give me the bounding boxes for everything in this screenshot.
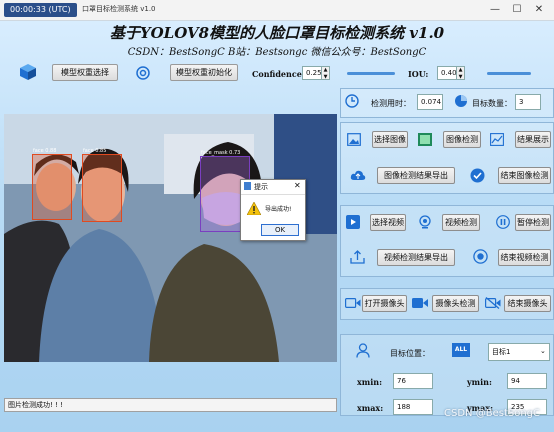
time-value: 0.074 (417, 94, 443, 110)
target-select[interactable]: 目标1 ⌄ (488, 343, 550, 361)
chart-icon (490, 133, 504, 149)
xmin-label: xmin: (357, 377, 383, 387)
confidence-spin[interactable]: ▲ ▼ (322, 66, 330, 80)
page-title: 基于YOLOV8模型的人脸口罩目标检测系统 v1.0 (109, 24, 445, 42)
count-value: 3 (515, 94, 541, 110)
end-video-button[interactable]: 结束视频检测 (498, 249, 551, 266)
all-badge: ALL (452, 343, 470, 357)
iou-spin[interactable]: ▲ ▼ (457, 66, 465, 80)
confidence-slider[interactable] (347, 72, 395, 75)
detection-box-1: face 0.88 (32, 148, 72, 220)
title-bar: 00:00:33 (UTC) 口罩目标检测系统 v1.0 — ☐ ✕ (0, 0, 554, 21)
dialog-title: 提示 (254, 183, 268, 191)
page-subtitle: CSDN：BestSongC B站：Bestsongc 微信公众号：BestSo… (127, 47, 427, 58)
clock-icon (345, 94, 359, 111)
camera-off-icon (485, 297, 501, 312)
detection-label-1: face 0.88 (33, 148, 57, 154)
app-icon (244, 182, 251, 190)
open-camera-button[interactable]: 打开摄像头 (362, 295, 407, 312)
camera-filled-icon (412, 297, 428, 312)
end-image-button[interactable]: 结束图像检测 (498, 167, 551, 184)
count-label: 目标数量： (472, 99, 512, 108)
cube-icon (19, 63, 37, 84)
iou-slider[interactable] (487, 72, 531, 75)
iou-label: IOU: (408, 69, 429, 79)
upload-cloud-icon (350, 169, 366, 184)
detection-label-3: face_mask 0.73 (201, 150, 241, 156)
target-icon (135, 65, 151, 84)
upload-icon (350, 250, 365, 267)
dialog-close-button[interactable]: ✕ (294, 181, 301, 190)
watermark: CSDN @BestSongC (444, 408, 540, 419)
check-circle-icon (470, 168, 485, 186)
detect-camera-button[interactable]: 摄像头检测 (432, 295, 479, 312)
warning-icon (246, 201, 262, 218)
dialog-header: 提示 ✕ (241, 180, 305, 195)
xmin-value: 76 (393, 373, 433, 389)
gallery-icon (418, 133, 432, 149)
ymin-value: 94 (507, 373, 547, 389)
dialog-message: 导出成功! (265, 206, 292, 213)
ymin-label: ymin: (467, 377, 492, 387)
target-select-value: 目标1 (492, 348, 511, 356)
window-title: 口罩目标检测系统 v1.0 (82, 5, 156, 13)
webcam-icon (418, 215, 432, 232)
export-image-button[interactable]: 图像检测结果导出 (377, 167, 455, 184)
end-camera-button[interactable]: 结束摄像头 (504, 295, 551, 312)
xmax-label: xmax: (357, 403, 384, 413)
close-button[interactable]: ✕ (530, 2, 548, 18)
clock-badge: 00:00:33 (UTC) (4, 3, 77, 17)
image-icon (347, 133, 361, 149)
status-bar: 图片检测成功! ! ! (4, 398, 337, 412)
detection-box-2: face 0.85 (82, 148, 122, 222)
detection-label-2: face 0.85 (83, 148, 107, 154)
confidence-input[interactable]: 0.25 (302, 66, 322, 80)
detect-image-button[interactable]: 图像检测 (443, 131, 481, 148)
pause-icon (496, 215, 510, 232)
dialog-ok-button[interactable]: OK (261, 224, 299, 236)
time-label: 检测用时： (371, 99, 411, 108)
confidence-label: Confidence: (252, 69, 305, 79)
user-icon (356, 343, 370, 361)
detect-video-button[interactable]: 视频检测 (442, 214, 480, 231)
video-camera-icon (345, 297, 361, 312)
record-icon (473, 249, 488, 267)
show-result-button[interactable]: 结果展示 (515, 131, 551, 148)
target-position-label: 目标位置： (390, 349, 430, 358)
pie-icon (454, 94, 468, 111)
video-file-icon (346, 215, 360, 232)
chevron-down-icon: ⌄ (540, 347, 546, 355)
iou-input[interactable]: 0.40 (437, 66, 457, 80)
export-video-button[interactable]: 视频检测结果导出 (377, 249, 455, 266)
select-weights-button[interactable]: 模型权重选择 (52, 64, 118, 81)
export-success-dialog: 提示 ✕ 导出成功! OK (240, 179, 306, 241)
minimize-button[interactable]: — (486, 2, 504, 18)
init-weights-button[interactable]: 模型权重初始化 (170, 64, 238, 81)
select-video-button[interactable]: 选择视频 (370, 214, 406, 231)
maximize-button[interactable]: ☐ (508, 2, 526, 18)
pause-detect-button[interactable]: 暂停检测 (515, 214, 551, 231)
xmax-value: 188 (393, 399, 433, 415)
select-image-button[interactable]: 选择图像 (372, 131, 408, 148)
